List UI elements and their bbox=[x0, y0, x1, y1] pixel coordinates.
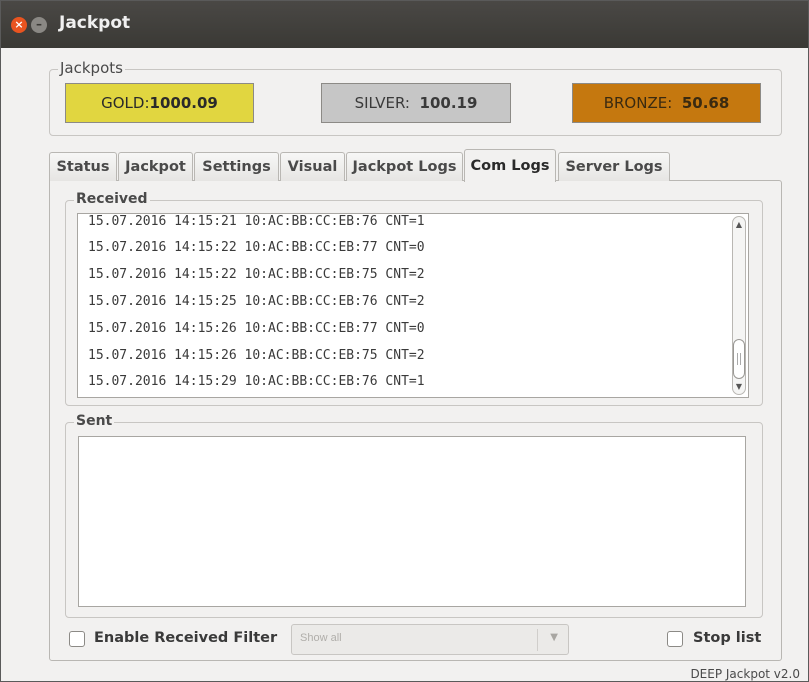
tab-visual[interactable]: Visual bbox=[280, 152, 345, 181]
bronze-label: BRONZE: bbox=[603, 94, 673, 112]
received-group-label: Received bbox=[74, 191, 150, 207]
gold-value: 1000.09 bbox=[149, 94, 218, 112]
silver-value: 100.19 bbox=[419, 94, 478, 112]
log-line: 15.07.2016 14:15:29 10:AC:BB:CC:EB:76 CN… bbox=[88, 374, 425, 389]
received-log-list[interactable]: 15.07.2016 14:15:21 10:AC:BB:CC:EB:76 CN… bbox=[77, 213, 749, 398]
tab-status[interactable]: Status bbox=[49, 152, 117, 181]
received-scrollbar[interactable]: ▲ ▼ bbox=[732, 216, 746, 395]
bronze-jackpot-display: BRONZE: 50.68 bbox=[572, 83, 761, 123]
scroll-up-icon[interactable]: ▲ bbox=[735, 220, 743, 229]
window-title: Jackpot bbox=[59, 13, 131, 33]
close-icon: × bbox=[14, 18, 24, 31]
gold-label: GOLD: bbox=[101, 94, 150, 112]
filter-select[interactable]: Show all ▼ bbox=[291, 624, 569, 655]
log-line: 15.07.2016 14:15:26 10:AC:BB:CC:EB:77 CN… bbox=[88, 321, 425, 336]
enable-received-filter-label: Enable Received Filter bbox=[94, 630, 278, 646]
bronze-value: 50.68 bbox=[681, 94, 730, 112]
sent-log-list[interactable] bbox=[78, 436, 746, 607]
tab-settings[interactable]: Settings bbox=[194, 152, 279, 181]
tab-jackpot[interactable]: Jackpot bbox=[118, 152, 193, 181]
silver-jackpot-display: SILVER: 100.19 bbox=[321, 83, 511, 123]
stop-list-label: Stop list bbox=[693, 630, 762, 646]
scrollbar-thumb[interactable] bbox=[733, 339, 745, 379]
jackpots-group-label: Jackpots bbox=[58, 59, 125, 77]
sent-group-label: Sent bbox=[74, 413, 115, 429]
stop-list-checkbox[interactable] bbox=[667, 631, 683, 647]
chevron-down-icon: ▼ bbox=[550, 632, 558, 643]
version-label: DEEP Jackpot v2.0 bbox=[690, 667, 800, 681]
log-line: 15.07.2016 14:15:22 10:AC:BB:CC:EB:77 CN… bbox=[88, 240, 425, 255]
minimize-button[interactable]: – bbox=[31, 17, 47, 33]
scroll-down-icon[interactable]: ▼ bbox=[735, 382, 743, 391]
select-divider bbox=[537, 629, 538, 651]
close-button[interactable]: × bbox=[11, 17, 27, 33]
log-line: 15.07.2016 14:15:25 10:AC:BB:CC:EB:76 CN… bbox=[88, 294, 425, 309]
silver-label: SILVER: bbox=[354, 94, 410, 112]
grip-icon bbox=[737, 353, 741, 365]
filter-select-value: Show all bbox=[300, 632, 342, 644]
tab-server-logs[interactable]: Server Logs bbox=[558, 152, 670, 181]
gold-jackpot-display: GOLD: 1000.09 bbox=[65, 83, 254, 123]
title-bar: × – Jackpot bbox=[1, 1, 808, 48]
log-line: 15.07.2016 14:15:21 10:AC:BB:CC:EB:76 CN… bbox=[88, 214, 425, 229]
log-line: 15.07.2016 14:15:26 10:AC:BB:CC:EB:75 CN… bbox=[88, 348, 425, 363]
tab-jackpot-logs[interactable]: Jackpot Logs bbox=[346, 152, 463, 181]
log-line: 15.07.2016 14:15:22 10:AC:BB:CC:EB:75 CN… bbox=[88, 267, 425, 282]
app-window: × – Jackpot Jackpots GOLD: 1000.09 SILVER… bbox=[0, 0, 809, 682]
minimize-icon: – bbox=[36, 17, 42, 31]
enable-received-filter-checkbox[interactable] bbox=[69, 631, 85, 647]
tab-com-logs[interactable]: Com Logs bbox=[464, 149, 556, 182]
